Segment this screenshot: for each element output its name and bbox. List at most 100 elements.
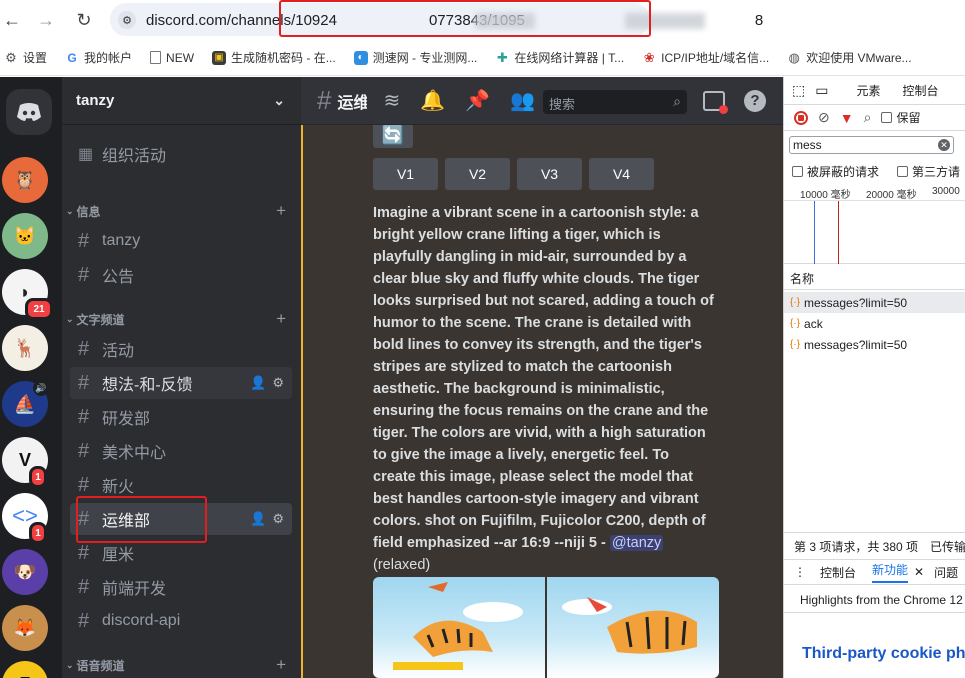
site-settings-icon[interactable]: ⚙	[118, 11, 136, 29]
channel-tanzy[interactable]: # tanzy	[70, 225, 292, 257]
fetch-icon: {·}	[790, 339, 801, 350]
tab-console[interactable]: 控制台	[902, 82, 938, 99]
drawer-menu-icon[interactable]: ⋮	[794, 565, 806, 579]
variation-button-1[interactable]: V1	[373, 158, 438, 190]
preserve-log-checkbox[interactable]: 保留	[881, 109, 920, 126]
chat-panel: 🔄 V1 V2 V3 V4 Imagine a vibrant scene in…	[301, 77, 783, 678]
mode-label: (relaxed)	[373, 557, 431, 573]
bookmark-account[interactable]: G 我的帐户	[65, 49, 132, 66]
search-icon[interactable]: ⌕	[864, 109, 872, 126]
server-avatar-dog[interactable]: 🐶	[2, 549, 48, 595]
request-name: ack	[804, 316, 823, 331]
channel-label: discord-api	[102, 612, 181, 629]
guild-header[interactable]: tanzy ⌄	[62, 77, 301, 125]
channel-feedback[interactable]: # 想法-和-反馈 👤 ⚙	[70, 367, 292, 399]
add-channel-icon[interactable]: +	[276, 309, 286, 329]
refresh-button[interactable]: 🔄	[373, 122, 413, 148]
channel-art[interactable]: # 美术中心	[70, 435, 292, 467]
invite-icon[interactable]: 👤	[250, 375, 266, 391]
category-info[interactable]: ⌄ 信息 +	[66, 201, 294, 221]
calendar-icon: ▦	[78, 146, 94, 163]
hash-icon: #	[78, 229, 90, 252]
add-channel-icon[interactable]: +	[276, 655, 286, 675]
drawer-tab-issues[interactable]: 问题	[934, 564, 958, 581]
bookmark-vmware[interactable]: ◍ 欢迎使用 VMware...	[787, 49, 912, 66]
icp-icon: ❀	[643, 49, 655, 65]
filter-input[interactable]: mess ✕	[789, 136, 954, 154]
request-row[interactable]: {·} messages?limit=50	[784, 292, 965, 313]
events-item[interactable]: ▦ 组织活动	[70, 138, 292, 170]
settings-icon[interactable]: ⚙	[272, 511, 284, 527]
channel-frontend[interactable]: # 前端开发	[70, 571, 292, 603]
settings-icon[interactable]: ⚙	[272, 375, 284, 391]
chevron-down-icon: ⌄	[273, 92, 285, 108]
category-text[interactable]: ⌄ 文字频道 +	[66, 309, 294, 329]
inbox-icon[interactable]	[703, 91, 728, 114]
add-channel-icon[interactable]: +	[276, 201, 286, 221]
record-icon[interactable]	[794, 110, 808, 125]
tab-elements[interactable]: 元素	[856, 82, 880, 99]
member-list-icon[interactable]: 👥	[510, 88, 535, 113]
discord-home-icon[interactable]	[6, 89, 52, 135]
channel-announcements[interactable]: # 公告	[70, 259, 292, 291]
bookmark-settings[interactable]: ⚙ 设置	[4, 49, 47, 66]
bookmark-new[interactable]: NEW	[150, 51, 194, 65]
reload-icon[interactable]: ↻	[72, 8, 96, 32]
inspect-icon[interactable]: ⬚	[792, 82, 805, 99]
prompt-text: Imagine a vibrant scene in a cartoonish …	[373, 205, 714, 551]
devtools-tabs: ⬚ ▭ 元素 控制台	[784, 77, 965, 105]
search-input[interactable]: 搜索 ⌕	[543, 90, 687, 114]
threads-icon[interactable]: ≋	[383, 88, 400, 113]
generated-image-2[interactable]	[547, 577, 719, 678]
request-row[interactable]: {·} messages?limit=50	[784, 334, 965, 355]
back-icon[interactable]: ←	[0, 8, 24, 32]
drawer-tab-whats-new[interactable]: 新功能	[872, 561, 909, 583]
bookmark-password[interactable]: ▣ 生成随机密码 - 在...	[212, 49, 336, 66]
blocked-requests-checkbox[interactable]: 被屏蔽的请求	[792, 163, 879, 180]
whats-new-heading[interactable]: Third-party cookie ph	[802, 645, 965, 663]
server-avatar-owl[interactable]: 🦉	[2, 157, 48, 203]
category-label: 语音频道	[76, 658, 125, 673]
user-mention[interactable]: @tanzy	[609, 535, 664, 551]
variation-button-3[interactable]: V3	[517, 158, 582, 190]
network-timeline[interactable]: 10000 毫秒 20000 毫秒 30000	[784, 182, 965, 264]
channel-label: 前端开发	[102, 581, 167, 598]
clear-icon[interactable]: ⊘	[818, 109, 830, 126]
variation-button-2[interactable]: V2	[445, 158, 510, 190]
bookmark-icp[interactable]: ❀ ICP/IP地址/域名信...	[642, 49, 769, 66]
bookmark-calculator[interactable]: ✚ 在线网络计算器 | T...	[495, 49, 624, 66]
channel-discord-api[interactable]: # discord-api	[70, 605, 292, 637]
server-avatar-fox[interactable]: 🦊	[2, 605, 48, 651]
request-row[interactable]: {·} ack	[784, 313, 965, 334]
events-label: 组织活动	[102, 148, 167, 165]
channel-label: 研发部	[102, 411, 151, 428]
category-voice[interactable]: ⌄ 语音频道 +	[66, 655, 294, 675]
status-divider	[784, 532, 965, 533]
notification-bell-icon[interactable]: 🔔	[420, 88, 445, 113]
server-avatar-deer[interactable]: 🦌	[2, 325, 48, 371]
image-grid[interactable]	[373, 577, 719, 678]
forward-icon[interactable]: →	[34, 8, 58, 32]
drawer-tab-console[interactable]: 控制台	[820, 564, 856, 581]
hash-icon: #	[78, 575, 90, 598]
server-avatar-cat[interactable]: 🐱	[2, 213, 48, 259]
timeline-tick: 10000 毫秒	[800, 190, 851, 201]
generated-image-1[interactable]	[373, 577, 545, 678]
device-toolbar-icon[interactable]: ▭	[815, 82, 828, 99]
third-party-checkbox[interactable]: 第三方请	[897, 163, 960, 180]
channel-rnd[interactable]: # 研发部	[70, 401, 292, 433]
close-icon[interactable]: ✕	[914, 565, 924, 579]
filter-icon[interactable]: ▼	[840, 110, 854, 126]
help-icon[interactable]: ?	[744, 90, 766, 112]
drawer-divider	[784, 612, 965, 613]
pin-icon[interactable]: 📌	[465, 88, 490, 113]
channel-activities[interactable]: # 活动	[70, 333, 292, 365]
variation-button-4[interactable]: V4	[589, 158, 654, 190]
hash-icon: #	[78, 405, 90, 428]
clear-filter-icon[interactable]: ✕	[938, 139, 950, 151]
bookmark-speedtest[interactable]: ◐ 测速网 - 专业测网...	[353, 49, 477, 66]
invite-icon[interactable]: 👤	[250, 511, 266, 527]
column-name-header[interactable]: 名称	[790, 270, 814, 287]
server-avatar-z[interactable]: Z	[2, 661, 48, 678]
message-content: Imagine a vibrant scene in a cartoonish …	[373, 202, 715, 576]
